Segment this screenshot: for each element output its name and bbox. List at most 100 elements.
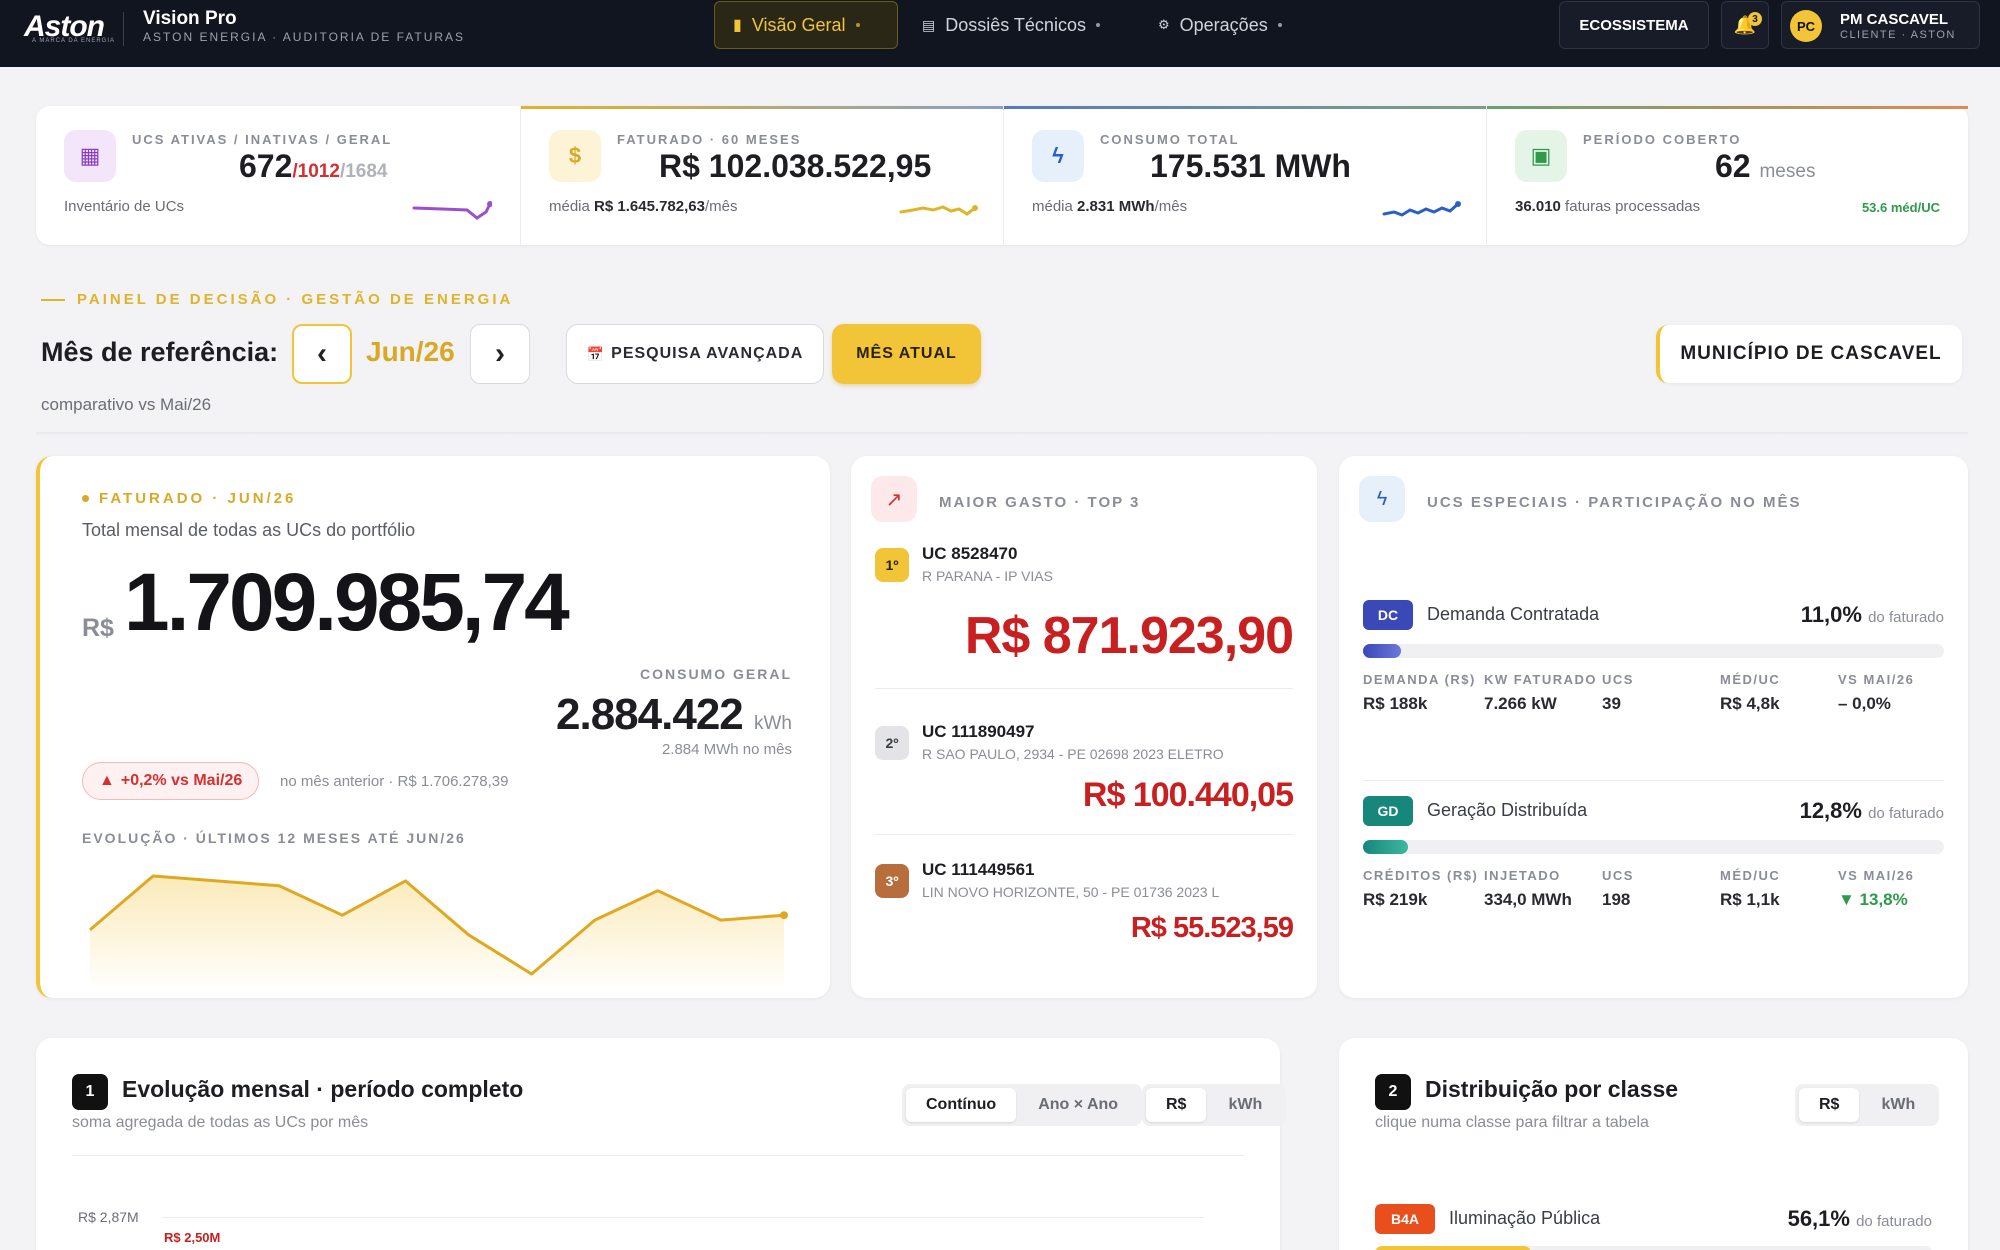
sparkline-faturado	[899, 205, 978, 216]
segment-badge: DC	[1363, 600, 1413, 630]
unit-kwh[interactable]: kWh	[1208, 1088, 1282, 1122]
municipality-selector[interactable]: MUNICÍPIO DE CASCAVEL	[1656, 325, 1962, 383]
tab-operacoes[interactable]: ⚙ Operações	[1140, 1, 1312, 49]
section-title: Evolução mensal · período completo	[122, 1076, 524, 1102]
status-dot	[82, 495, 89, 502]
bolt-icon: ϟ	[1359, 476, 1405, 522]
kpi-value: 175.531 MWh	[1150, 148, 1351, 184]
top3-card: ↗ MAIOR GASTO · TOP 3 1º UC 8528470 R PA…	[851, 456, 1317, 998]
kpi-note: 53.6 méd/UC	[1861, 200, 1940, 215]
segment-progress	[1363, 840, 1944, 854]
top-bar: Aston A MARCA DA ENERGIA Vision Pro ASTO…	[0, 0, 2000, 67]
topbar-divider	[123, 12, 124, 46]
monthly-evolution-card: 1 Evolução mensal · período completo som…	[36, 1038, 1287, 1250]
kpi-consumo[interactable]: ϟ CONSUMO TOTAL 175.531 MWh média 2.831 …	[1004, 106, 1486, 245]
document-icon: ▤	[922, 16, 936, 33]
segment-progress-fill	[1363, 840, 1408, 854]
section-subtitle: clique numa classe para filtrar a tabela	[1375, 1114, 1649, 1131]
rank-badge: 2º	[875, 726, 909, 760]
chart-icon: ▮	[733, 17, 742, 34]
calendar-icon: ▣	[1515, 130, 1567, 182]
notifications-button[interactable]: 🔔 3	[1721, 1, 1769, 49]
section-eyebrow: PAINEL DE DECISÃO · GESTÃO DE ENERGIA	[41, 291, 513, 308]
advanced-search-button[interactable]: 📅 PESQUISA AVANÇADA	[566, 324, 824, 384]
kpi-label: UCS ATIVAS / INATIVAS / GERAL	[132, 132, 393, 147]
kpi-value: 672/1012/1684	[239, 148, 387, 185]
trending-up-icon: ↗	[871, 476, 917, 522]
class-badge: B4A	[1375, 1204, 1435, 1234]
kpi-ucs[interactable]: ▦ UCS ATIVAS / INATIVAS / GERAL 672/1012…	[36, 106, 520, 245]
kpi-value: 62 meses	[1715, 148, 1816, 184]
unit-rs[interactable]: R$	[1799, 1088, 1860, 1122]
previous-month-button[interactable]: ‹	[292, 324, 352, 384]
dollar-icon: $	[549, 130, 601, 182]
uc-name: UC 8528470	[922, 544, 1018, 563]
uc-name: UC 111449561	[922, 860, 1035, 879]
tab-label: Operações	[1179, 14, 1268, 35]
segment-badge: GD	[1363, 796, 1413, 826]
consumo-label: CONSUMO GERAL	[640, 666, 792, 682]
kpi-periodo[interactable]: ▣ PERÍODO COBERTO 62 meses 36.010 fatura…	[1487, 106, 1968, 245]
reference-month-label: Mês de referência:	[41, 337, 279, 367]
avatar: PC	[1790, 10, 1822, 42]
consumo-unit: kWh	[754, 713, 792, 734]
class-distribution-card: 2 Distribuição por classe clique numa cl…	[1339, 1038, 1968, 1250]
segment-percent: 11,0% do faturado	[1800, 602, 1944, 627]
uc-address: LIN NOVO HORIZONTE, 50 - PE 01736 2023 L	[922, 884, 1220, 900]
user-menu[interactable]: PC PM CASCAVEL CLIENTE · ASTON	[1781, 1, 1980, 49]
metric-label: INJETADO	[1484, 868, 1561, 883]
divider	[1363, 780, 1944, 781]
unit-rs[interactable]: R$	[1146, 1088, 1207, 1122]
evolution-label: EVOLUÇÃO · ÚLTIMOS 12 MESES ATÉ JUN/26	[82, 830, 466, 846]
kpi-foot: média 2.831 MWh/mês	[1032, 198, 1188, 215]
metric-label: KW FATURADO	[1484, 672, 1598, 687]
tab-label: Dossiês Técnicos	[945, 14, 1086, 35]
segment-progress-fill	[1363, 644, 1402, 658]
kpi-foot: Inventário de UCs	[64, 198, 185, 215]
segment-name: Demanda Contratada	[1427, 604, 1600, 624]
kpi-label: FATURADO · 60 MESES	[617, 132, 802, 147]
faturado-card: FATURADO · JUN/26 Total mensal de todas …	[36, 456, 830, 998]
app-title: Vision Pro	[143, 8, 237, 29]
eyebrow-line	[41, 298, 65, 301]
gear-icon: ⚙	[1158, 17, 1170, 32]
kpi-foot: média R$ 1.645.782,63/mês	[549, 198, 738, 215]
uc-address: R SAO PAULO, 2934 - PE 02698 2023 ELETRO	[922, 746, 1224, 762]
unit-toggle: R$ kWh	[1142, 1084, 1287, 1126]
metric-value: 198	[1602, 890, 1631, 909]
evolution-last-point	[780, 911, 788, 920]
eyebrow-text: PAINEL DE DECISÃO · GESTÃO DE ENERGIA	[77, 291, 514, 308]
comparison-note: comparativo vs Mai/26	[41, 395, 212, 414]
consumo-value: 2.884.422 kWh	[556, 690, 792, 740]
peak-label: R$ 2,50M	[164, 1230, 221, 1245]
mode-ano-x-ano[interactable]: Ano × Ano	[1018, 1088, 1138, 1122]
next-month-button[interactable]: ›	[470, 324, 530, 384]
chevron-right-icon: ›	[495, 337, 505, 370]
uc-value: R$ 100.440,05	[1082, 776, 1294, 814]
special-ucs-card: ϟ UCS ESPECIAIS · PARTICIPAÇÃO NO MÊS DC…	[1339, 456, 1968, 998]
unit-kwh[interactable]: kWh	[1861, 1088, 1935, 1122]
triangle-up-icon: ▲	[99, 772, 115, 789]
kpi-foot: 36.010 faturas processadas	[1515, 198, 1701, 215]
uc-name: UC 111890497	[922, 722, 1035, 741]
special-ucs-title: UCS ESPECIAIS · PARTICIPAÇÃO NO MÊS	[1427, 494, 1802, 511]
kpi-value: R$ 102.038.522,95	[659, 148, 932, 184]
tab-visao-geral[interactable]: ▮ Visão Geral	[714, 1, 898, 49]
metric-value: 7.266 kW	[1484, 694, 1557, 713]
mode-continuo[interactable]: Contínuo	[906, 1088, 1017, 1122]
panel-divider	[36, 432, 1968, 436]
metric-value: R$ 1,1k	[1720, 890, 1780, 909]
metric-value: ▼ 13,8%	[1838, 890, 1908, 909]
tab-dot	[1095, 23, 1100, 27]
tab-dossies-tecnicos[interactable]: ▤ Dossiês Técnicos	[904, 1, 1122, 49]
tab-dot	[1277, 23, 1282, 27]
consumo-number: 2.884.422	[556, 690, 744, 739]
kpi-faturado[interactable]: $ FATURADO · 60 MESES R$ 102.038.522,95 …	[521, 106, 1003, 245]
section-number: 2	[1375, 1074, 1411, 1110]
bolt-icon: ϟ	[1032, 130, 1084, 182]
ecosystem-button[interactable]: ECOSSISTEMA	[1559, 1, 1709, 49]
app-subtitle: ASTON ENERGIA · AUDITORIA DE FATURAS	[143, 30, 466, 44]
current-month-button[interactable]: MÊS ATUAL	[832, 324, 981, 384]
ucs-active: 672	[239, 148, 293, 184]
kpi-topline	[521, 106, 1003, 109]
